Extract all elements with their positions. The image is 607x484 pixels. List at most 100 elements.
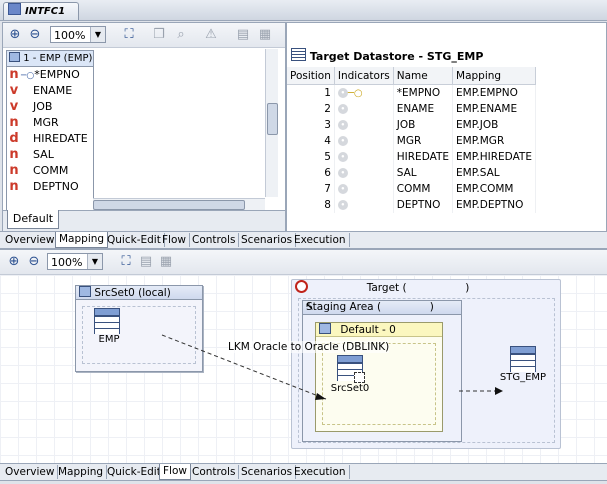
table-row[interactable]: 2 • ENAME EMP.ENAME xyxy=(287,101,536,117)
upper-toolbar: ⊕ ⊖ 100% ▼ ⛶ ❒ ⌕ ⚠ ▤ ▦ xyxy=(3,23,285,48)
properties-icon[interactable]: ▤ xyxy=(138,254,154,270)
source-datastore-header[interactable]: 1 - EMP (EMP) xyxy=(7,51,93,67)
layout-icon[interactable]: ▦ xyxy=(158,254,174,270)
table-row[interactable]: 1 • ─○ *EMPNO EMP.EMPNO xyxy=(287,84,536,101)
indicators-cell: • xyxy=(334,197,394,213)
zoom-select[interactable]: 100% ▼ xyxy=(47,253,103,270)
zoom-out-icon[interactable]: ⊖ xyxy=(26,254,42,270)
source-datastore-tree: 1 - EMP (EMP) n ─○*EMPNO v ENAME v JOB n MGR… xyxy=(6,50,94,220)
vertical-scrollbar[interactable] xyxy=(265,49,278,197)
mapping-cell: EMP.HIREDATE xyxy=(452,149,536,165)
target-datastore-title: Target Datastore - STG_EMP xyxy=(309,50,484,63)
column-name: ENAME xyxy=(33,84,73,97)
column-header-position[interactable]: Position xyxy=(287,67,335,85)
scrollbar-thumb[interactable] xyxy=(93,200,245,210)
column-name: *EMPNO xyxy=(34,68,80,81)
tab-overview[interactable]: Overview xyxy=(2,465,59,479)
datastore-icon xyxy=(291,48,306,61)
staging-indicator-icon: • xyxy=(337,136,348,146)
table-row[interactable]: 5 • HIREDATE EMP.HIREDATE xyxy=(287,149,536,165)
tab-flow[interactable]: Flow xyxy=(159,464,191,480)
numeric-type-icon: n xyxy=(9,115,19,130)
layout-icon[interactable]: ▦ xyxy=(257,27,273,43)
mapping-cell: EMP.MGR xyxy=(452,133,536,149)
source-column-hiredate[interactable]: d HIREDATE xyxy=(7,131,87,147)
column-name: JOB xyxy=(33,100,53,113)
mapping-cell: EMP.EMPNO xyxy=(452,84,536,101)
numeric-type-icon: n xyxy=(9,67,19,82)
indicators-cell: • ─○ xyxy=(334,84,394,101)
document-tab-strip: INTFC1 xyxy=(0,0,607,21)
name-cell: ENAME xyxy=(393,101,454,117)
table-row[interactable]: 7 • COMM EMP.COMM xyxy=(287,181,536,197)
horizontal-scrollbar[interactable] xyxy=(93,198,265,210)
indicators-cell: • xyxy=(334,101,394,117)
tab-flow[interactable]: Flow xyxy=(159,233,190,247)
column-header-name[interactable]: Name xyxy=(393,67,454,85)
tab-controls[interactable]: Controls xyxy=(189,465,240,479)
zoom-select[interactable]: 100% ▼ xyxy=(50,26,106,43)
lower-editor-tabs: Overview Mapping Quick-Edit Flow Control… xyxy=(0,463,607,481)
tab-controls[interactable]: Controls xyxy=(189,233,240,247)
table-row[interactable]: 3 • JOB EMP.JOB xyxy=(287,117,536,133)
column-name: COMM xyxy=(33,164,69,177)
mapping-cell: EMP.ENAME xyxy=(452,101,536,117)
position-cell: 5 xyxy=(287,149,335,165)
search-icon[interactable]: ⌕ xyxy=(173,27,189,43)
staging-indicator-icon: • xyxy=(337,184,348,194)
tab-mapping[interactable]: Mapping xyxy=(55,232,109,248)
tab-scenarios[interactable]: Scenarios xyxy=(238,233,297,247)
fit-to-window-icon[interactable]: ⛶ xyxy=(118,254,134,270)
copy-icon[interactable]: ❒ xyxy=(151,27,167,43)
position-cell: 3 xyxy=(287,117,335,133)
zoom-in-icon[interactable]: ⊕ xyxy=(6,254,22,270)
tab-execution[interactable]: Execution xyxy=(291,465,350,479)
numeric-type-icon: n xyxy=(9,147,19,162)
table-header-row: Position Indicators Name Mapping xyxy=(287,67,536,85)
scrollbar-thumb[interactable] xyxy=(267,103,278,135)
tab-quick-edit[interactable]: Quick-Edit xyxy=(104,233,165,247)
position-cell: 7 xyxy=(287,181,335,197)
lkm-label[interactable]: LKM Oracle to Oracle (DBLINK) xyxy=(228,341,390,353)
fit-to-window-icon[interactable]: ⛶ xyxy=(121,27,137,43)
source-column-sal[interactable]: n SAL xyxy=(7,147,53,163)
staging-indicator-icon: • xyxy=(337,104,348,114)
flow-canvas[interactable]: SrcSet0 (local) EMP Target ( ) Staging A… xyxy=(0,275,607,463)
column-header-indicators[interactable]: Indicators xyxy=(334,67,394,85)
target-datastore-panel: Target Datastore - STG_EMP Position Indi… xyxy=(286,22,607,232)
dataset-tabs: Default xyxy=(3,210,285,232)
key-icon: ─○ xyxy=(21,71,35,81)
upper-editor-tabs: Overview Mapping Quick-Edit Flow Control… xyxy=(0,231,607,249)
flow-connectors xyxy=(161,334,503,400)
name-cell: MGR xyxy=(393,133,454,149)
target-datastore-header: Target Datastore - STG_EMP xyxy=(291,48,483,63)
source-column-empno[interactable]: n ─○*EMPNO xyxy=(7,67,80,83)
zoom-in-icon[interactable]: ⊕ xyxy=(7,27,23,43)
target-connector-arrowhead xyxy=(495,387,503,395)
table-row[interactable]: 8 • DEPTNO EMP.DEPTNO xyxy=(287,197,536,213)
table-row[interactable]: 6 • SAL EMP.SAL xyxy=(287,165,536,181)
zoom-out-icon[interactable]: ⊖ xyxy=(27,27,43,43)
source-column-ename[interactable]: v ENAME xyxy=(7,83,72,99)
varchar-type-icon: v xyxy=(9,99,19,114)
column-header-mapping[interactable]: Mapping xyxy=(452,67,536,85)
source-column-job[interactable]: v JOB xyxy=(7,99,53,115)
tab-execution[interactable]: Execution xyxy=(291,233,350,247)
document-tab-intfc1[interactable]: INTFC1 xyxy=(3,2,79,20)
indicators-cell: • xyxy=(334,117,394,133)
tab-mapping[interactable]: Mapping xyxy=(55,465,108,479)
source-column-mgr[interactable]: n MGR xyxy=(7,115,59,131)
source-column-deptno[interactable]: n DEPTNO xyxy=(7,179,78,195)
column-name: MGR xyxy=(33,116,59,129)
tab-quick-edit[interactable]: Quick-Edit xyxy=(104,465,165,479)
properties-icon[interactable]: ▤ xyxy=(235,27,251,43)
table-row[interactable]: 4 • MGR EMP.MGR xyxy=(287,133,536,149)
position-cell: 8 xyxy=(287,197,335,213)
mapping-cell: EMP.SAL xyxy=(452,165,536,181)
dataset-tab-default[interactable]: Default xyxy=(7,210,59,229)
warning-icon[interactable]: ⚠ xyxy=(203,27,219,43)
chevron-down-icon: ▼ xyxy=(87,254,102,269)
source-column-comm[interactable]: n COMM xyxy=(7,163,68,179)
tab-scenarios[interactable]: Scenarios xyxy=(238,465,297,479)
tab-overview[interactable]: Overview xyxy=(2,233,59,247)
